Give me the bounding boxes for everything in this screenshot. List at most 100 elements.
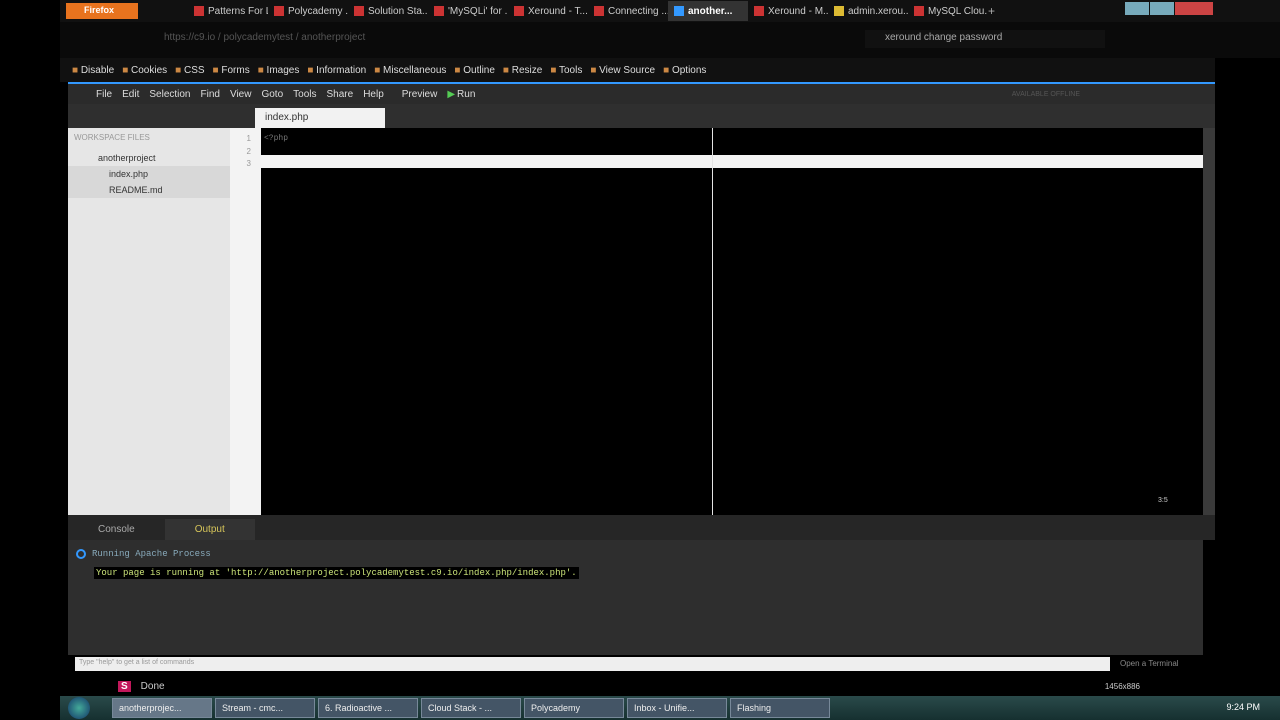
devbar-item[interactable]: Tools: [550, 65, 582, 76]
resolution: 1456x886: [1104, 681, 1140, 691]
favicon-icon: [194, 6, 204, 16]
vertical-scrollbar[interactable]: [1203, 128, 1215, 515]
tab-label: another...: [688, 5, 733, 17]
tab-label: Connecting ...: [608, 5, 668, 17]
line-gutter: 1 2 3: [230, 128, 261, 515]
close-button[interactable]: [1175, 2, 1213, 15]
devbar-item[interactable]: Cookies: [122, 65, 167, 76]
menu-goto[interactable]: Goto: [261, 89, 283, 100]
browser-tab[interactable]: admin.xerou...: [828, 1, 908, 21]
favicon-icon: [274, 6, 284, 16]
tab-label: 'MySQLi' for ...: [448, 5, 508, 17]
browser-tab[interactable]: Connecting ...: [588, 1, 668, 21]
devbar-item[interactable]: View Source: [590, 65, 655, 76]
devbar-item[interactable]: Information: [307, 65, 366, 76]
favicon-icon: [514, 6, 524, 16]
devbar-item[interactable]: Forms: [213, 65, 249, 76]
taskbar-item[interactable]: Flashing: [730, 698, 830, 718]
favicon-icon: [834, 6, 844, 16]
tab-label: Xeround - M...: [768, 5, 828, 17]
devbar-item[interactable]: Outline: [454, 65, 495, 76]
line-number: 3: [246, 159, 251, 168]
browser-tab[interactable]: MySQL Clou...: [908, 1, 988, 21]
browser-tab[interactable]: Xeround - M...: [748, 1, 828, 21]
menu-share[interactable]: Share: [327, 89, 354, 100]
tab-label: Xeround - T...: [528, 5, 588, 17]
tab-label: Patterns For L...: [208, 5, 268, 17]
devbar-item[interactable]: Images: [258, 65, 300, 76]
browser-status-bar: S Done 1456x886: [60, 676, 1220, 696]
browser-tab[interactable]: Patterns For L...: [188, 1, 268, 21]
workspace-sidebar: WORKSPACE FILES anotherproject index.php…: [68, 128, 230, 515]
preview-button[interactable]: Preview: [402, 89, 438, 100]
menu-file[interactable]: File: [96, 89, 112, 100]
status-text: Done: [140, 680, 165, 692]
taskbar-item[interactable]: Inbox - Unifie...: [627, 698, 727, 718]
favicon-icon: [754, 6, 764, 16]
menu-find[interactable]: Find: [201, 89, 220, 100]
favicon-icon: [914, 6, 924, 16]
tab-console[interactable]: Console: [68, 519, 165, 540]
menu-help[interactable]: Help: [363, 89, 384, 100]
devbar-item[interactable]: CSS: [175, 65, 205, 76]
line-number: 1: [246, 134, 251, 143]
favicon-icon: [434, 6, 444, 16]
devbar-item[interactable]: Resize: [503, 65, 543, 76]
browser-tab-bar: Firefox Patterns For L... Polycademy ...…: [60, 0, 1280, 22]
web-developer-toolbar: Disable Cookies CSS Forms Images Information M…: [60, 58, 1215, 82]
taskbar-item[interactable]: Polycademy: [524, 698, 624, 718]
taskbar-item[interactable]: Cloud Stack - ...: [421, 698, 521, 718]
window-controls: [1124, 2, 1213, 15]
code-editor[interactable]: <?php: [261, 128, 1203, 515]
browser-tab-active[interactable]: another...: [668, 1, 748, 21]
taskbar: anotherprojec... Stream - cmc... 6. Radi…: [60, 696, 1280, 720]
code-line: <?php: [264, 134, 289, 143]
search-input[interactable]: xeround change password: [865, 30, 1105, 48]
maximize-button[interactable]: [1150, 2, 1174, 15]
output-message: Your page is running at 'http://anotherp…: [94, 567, 579, 579]
file-node[interactable]: README.md: [68, 182, 230, 198]
taskbar-item[interactable]: Stream - cmc...: [215, 698, 315, 718]
ide-toolbar: [68, 104, 1215, 128]
folder-node[interactable]: anotherproject: [68, 150, 230, 166]
devbar-item[interactable]: Disable: [72, 65, 114, 76]
devbar-item[interactable]: Options: [663, 65, 706, 76]
browser-tab[interactable]: Xeround - T...: [508, 1, 588, 21]
new-tab-button[interactable]: +: [988, 4, 995, 18]
output-panel: Running Apache Process Your page is runn…: [68, 540, 1203, 655]
sidebar-header: WORKSPACE FILES: [74, 133, 150, 142]
process-status: Running Apache Process: [92, 549, 211, 559]
run-button[interactable]: Run: [457, 89, 475, 100]
devbar-item[interactable]: Miscellaneous: [374, 65, 446, 76]
start-button[interactable]: [68, 697, 90, 719]
menu-selection[interactable]: Selection: [149, 89, 190, 100]
browser-tab[interactable]: Polycademy ...: [268, 1, 348, 21]
cursor-position: 3:5: [1158, 497, 1168, 504]
minimize-button[interactable]: [1125, 2, 1149, 15]
process-icon: [76, 549, 86, 559]
favicon-icon: [354, 6, 364, 16]
s-icon: S: [118, 680, 131, 692]
tab-output[interactable]: Output: [164, 519, 255, 540]
command-input[interactable]: Type "help" to get a list of commands: [75, 657, 1110, 671]
tab-label: admin.xerou...: [848, 5, 908, 17]
editor-tab[interactable]: index.php: [255, 108, 385, 128]
console-tabs: Console Output: [68, 515, 1215, 540]
browser-tab[interactable]: Solution Sta...: [348, 1, 428, 21]
url-bar[interactable]: https://c9.io / polycademytest / another…: [140, 30, 760, 48]
menu-view[interactable]: View: [230, 89, 252, 100]
taskbar-item[interactable]: 6. Radioactive ...: [318, 698, 418, 718]
clock: 9:24 PM: [1226, 702, 1260, 712]
favicon-icon: [594, 6, 604, 16]
file-node[interactable]: index.php: [68, 166, 230, 182]
tab-label: Solution Sta...: [368, 5, 428, 17]
offline-status: AVAILABLE OFFLINE: [1011, 91, 1080, 98]
taskbar-item[interactable]: anotherprojec...: [112, 698, 212, 718]
open-terminal-button[interactable]: Open a Terminal: [1120, 659, 1179, 668]
firefox-menu-button[interactable]: Firefox: [66, 3, 138, 19]
run-icon: ▶: [447, 88, 456, 100]
favicon-icon: [674, 6, 684, 16]
browser-tab[interactable]: 'MySQLi' for ...: [428, 1, 508, 21]
menu-edit[interactable]: Edit: [122, 89, 139, 100]
menu-tools[interactable]: Tools: [293, 89, 316, 100]
